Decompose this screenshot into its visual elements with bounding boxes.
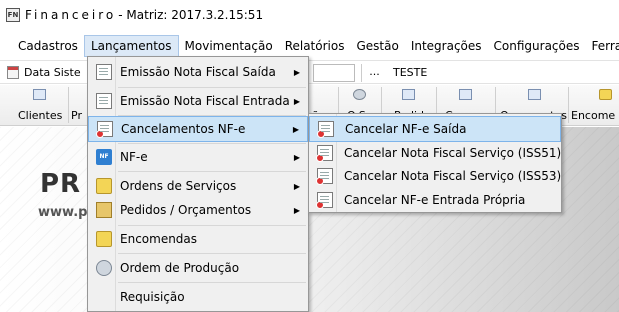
nfe-icon: NF — [96, 149, 112, 165]
toolbar-clientes-button[interactable]: Clientes — [0, 85, 68, 125]
menu-item-requisicao[interactable]: Requisição — [88, 284, 308, 310]
menu-relatorios[interactable]: Relatórios — [279, 35, 351, 57]
background-logo-text: PR — [40, 169, 82, 199]
package-icon — [96, 231, 112, 247]
menu-item-label: Cancelamentos NF-e — [121, 122, 246, 136]
window-title-info: - Matriz: 2017.3.2.15:51 — [118, 8, 264, 22]
budget-icon — [528, 89, 541, 100]
toolbar-label: Clientes — [18, 109, 63, 122]
menu-item-cancelamentos-nfe[interactable]: Cancelamentos NF-e ▶ — [88, 116, 308, 142]
menu-separator — [118, 253, 306, 254]
menu-item-label: Encomendas — [120, 232, 198, 246]
background-logo-url: www.p — [38, 205, 88, 220]
nota-fiscal-saida-icon — [96, 64, 112, 80]
lancamentos-dropdown: Emissão Nota Fiscal Saída ▶ Emissão Nota… — [87, 56, 309, 312]
menu-item-emissao-nf-entrada[interactable]: Emissão Nota Fiscal Entrada ▶ — [88, 88, 308, 114]
menu-item-label: Requisição — [120, 290, 185, 304]
cancel-document-icon — [317, 121, 334, 138]
production-icon — [96, 260, 112, 276]
chart-icon — [459, 89, 472, 100]
menu-item-ordens-servicos[interactable]: Ordens de Serviços ▶ — [88, 173, 308, 199]
menu-item-ordem-producao[interactable]: Ordem de Produção — [88, 255, 308, 281]
company-name: TESTE — [393, 66, 428, 79]
orders-icon — [96, 202, 112, 218]
menu-gestao[interactable]: Gestão — [350, 35, 404, 57]
submenu-arrow-icon: ▶ — [293, 205, 300, 215]
menu-item-label: Emissão Nota Fiscal Entrada — [120, 94, 290, 108]
menu-item-label: Pedidos / Orçamentos — [120, 203, 252, 217]
menu-lancamentos[interactable]: Lançamentos — [83, 35, 179, 57]
menu-item-label: Ordem de Produção — [120, 261, 240, 275]
package-icon — [599, 89, 612, 100]
menu-item-label: Cancelar NF-e Entrada Própria — [344, 193, 526, 207]
clients-icon — [33, 89, 46, 100]
app-logo-icon: FN — [6, 8, 20, 22]
toolbar-encomendas-button[interactable]: Encome — [569, 85, 619, 125]
menu-separator — [118, 171, 306, 172]
menu-item-label: NF-e — [120, 150, 148, 164]
menu-item-label: Cancelar Nota Fiscal Serviço (ISS51) — [344, 146, 562, 160]
submenu-arrow-icon: ▶ — [293, 152, 300, 162]
menu-bar: Cadastros Lançamentos Movimentação Relat… — [0, 34, 619, 58]
cancel-document-icon — [96, 121, 113, 138]
menu-item-label: Emissão Nota Fiscal Saída — [120, 65, 276, 79]
submenu-arrow-icon: ▶ — [293, 181, 300, 191]
service-order-icon — [96, 178, 112, 194]
submenu-arrow-icon: ▶ — [293, 67, 300, 77]
system-date-label: Data Siste — [24, 66, 81, 79]
menu-item-pedidos-orcamentos[interactable]: Pedidos / Orçamentos ▶ — [88, 197, 308, 223]
menu-ferramentas[interactable]: Ferrame — [586, 35, 619, 57]
menu-integracoes[interactable]: Integrações — [405, 35, 488, 57]
submenu-arrow-icon: ▶ — [292, 124, 299, 134]
calendar-icon[interactable] — [7, 66, 19, 79]
toolbar-label: Pr — [71, 109, 82, 122]
submenu-arrow-icon: ▶ — [293, 96, 300, 106]
toolbar-produtos-button[interactable]: Pr — [69, 85, 89, 125]
menu-cadastros[interactable]: Cadastros — [12, 35, 84, 57]
orders-icon — [402, 89, 415, 100]
menu-item-cancelar-nfe-entrada-propria[interactable]: Cancelar NF-e Entrada Própria — [309, 187, 561, 213]
menu-separator — [118, 282, 306, 283]
user-icon — [353, 89, 366, 100]
cancel-document-icon — [316, 145, 333, 162]
company-code-field[interactable] — [313, 64, 355, 82]
menu-item-emissao-nf-saida[interactable]: Emissão Nota Fiscal Saída ▶ — [88, 59, 308, 85]
cancel-document-icon — [316, 192, 333, 209]
menu-item-label: Cancelar Nota Fiscal Serviço (ISS53) — [344, 169, 562, 183]
menu-item-label: Cancelar NF-e Saída — [345, 122, 467, 136]
cancel-document-icon — [316, 168, 333, 185]
toolbar-label: Encome — [571, 109, 616, 122]
menu-movimentacao[interactable]: Movimentação — [179, 35, 279, 57]
nota-fiscal-entrada-icon — [96, 93, 112, 109]
title-bar: FN Financeiro - Matriz: 2017.3.2.15:51 — [0, 0, 619, 30]
browse-company-button[interactable]: ... — [361, 64, 387, 82]
menu-configuracoes[interactable]: Configurações — [488, 35, 586, 57]
cancelamentos-submenu: Cancelar NF-e Saída Cancelar Nota Fiscal… — [308, 113, 562, 213]
app-name: Financeiro — [25, 8, 117, 22]
menu-item-cancelar-nfe-saida[interactable]: Cancelar NF-e Saída — [309, 116, 561, 142]
menu-item-label: Ordens de Serviços — [120, 179, 237, 193]
menu-item-encomendas[interactable]: Encomendas — [88, 226, 308, 252]
menu-item-cancelar-nfs-iss53[interactable]: Cancelar Nota Fiscal Serviço (ISS53) — [309, 163, 561, 189]
menu-item-nfe[interactable]: NF NF-e ▶ — [88, 144, 308, 170]
